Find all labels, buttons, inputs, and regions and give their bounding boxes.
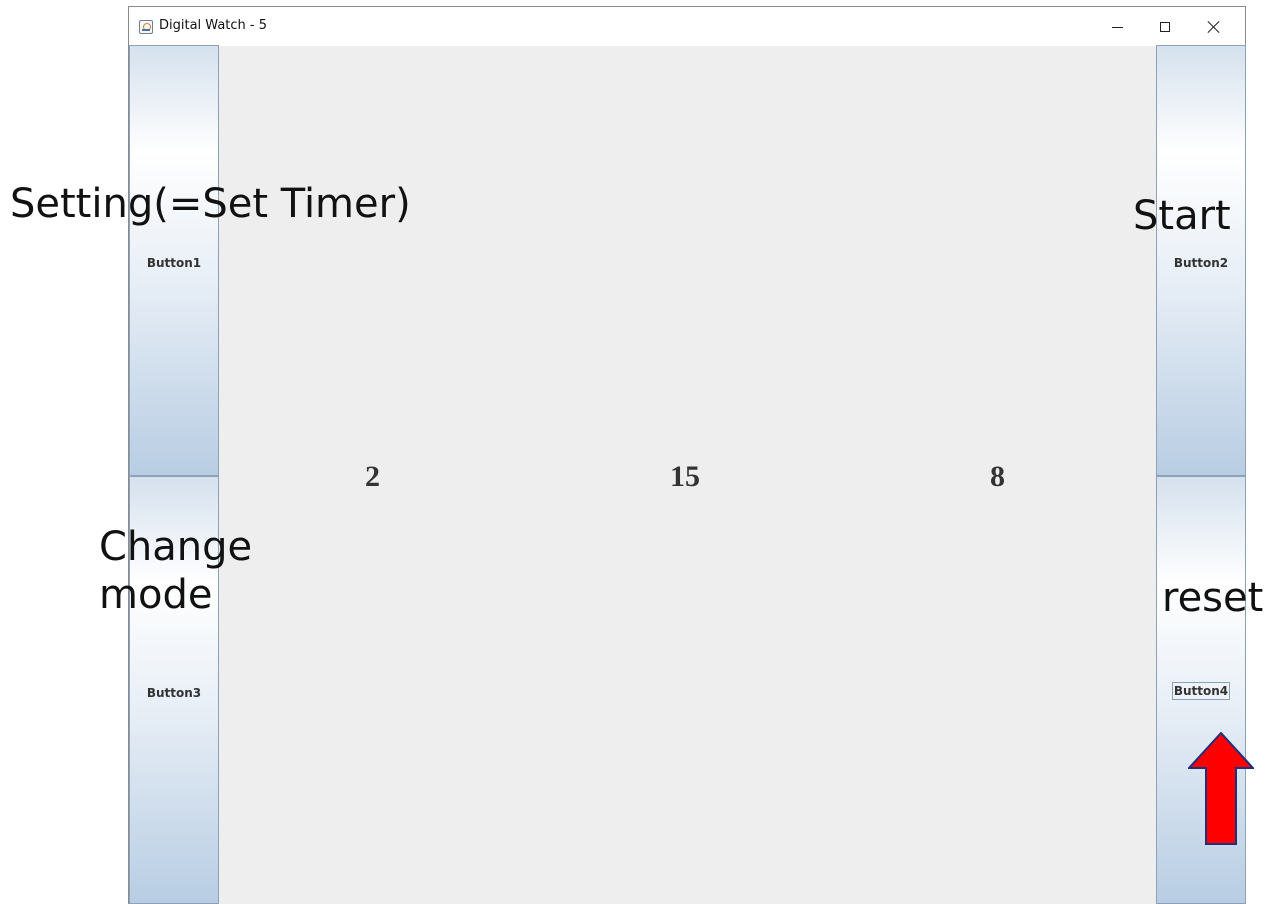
maximize-button[interactable] [1141,7,1189,46]
seconds-display: 8 [990,460,1005,493]
button2[interactable]: Button2 [1156,45,1246,476]
app-window: Digital Watch - 5 [128,6,1246,904]
setting-annotation: Setting(=Set Timer) [10,181,411,227]
button1-label: Button1 [146,256,202,270]
minutes-display: 15 [670,460,700,493]
maximize-icon [1160,21,1170,32]
window-title: Digital Watch - 5 [159,18,267,33]
button2-label: Button2 [1173,256,1229,270]
change-mode-line2: mode [99,572,213,618]
button3-label: Button3 [146,686,202,700]
close-button[interactable] [1189,7,1237,46]
button4-label: Button4 [1171,682,1231,700]
change-mode-line1: Change [99,524,253,570]
java-app-icon [139,20,153,34]
minimize-icon [1111,27,1123,28]
button1[interactable]: Button1 [129,45,219,476]
title-bar[interactable]: Digital Watch - 5 [129,7,1245,46]
minimize-button[interactable] [1093,7,1141,46]
reset-annotation: reset [1162,575,1264,621]
button4-label-wrap: Button4 [1157,682,1245,700]
change-mode-annotation: Change mode [99,523,252,619]
hours-display: 2 [365,460,380,493]
red-up-arrow-icon [1188,732,1254,845]
close-icon [1206,20,1220,34]
start-annotation: Start [1133,193,1231,239]
